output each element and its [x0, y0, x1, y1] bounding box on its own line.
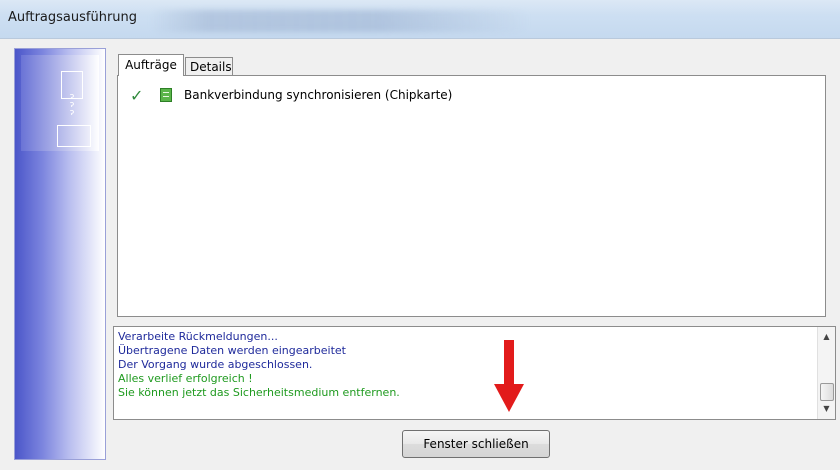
- tab-auftraege[interactable]: Aufträge: [118, 54, 184, 76]
- tab-label: Details: [190, 60, 232, 74]
- log-line: Verarbeite Rückmeldungen...: [118, 330, 278, 343]
- checkmark-icon: ✓: [130, 85, 144, 105]
- red-down-arrow-icon: [494, 340, 524, 412]
- window-title: Auftragsausführung: [8, 10, 138, 25]
- log-output[interactable]: Verarbeite Rückmeldungen... Übertragene …: [113, 326, 836, 420]
- log-line: Der Vorgang wurde abgeschlossen.: [118, 358, 313, 371]
- side-banner: ɂɂɂ: [14, 48, 106, 460]
- log-line: Übertragene Daten werden eingearbeitet: [118, 344, 346, 357]
- document-icon: [160, 88, 172, 102]
- task-label: Bankverbindung synchronisieren (Chipkart…: [184, 88, 453, 102]
- tab-details[interactable]: Details: [185, 57, 233, 76]
- title-bar[interactable]: Auftragsausführung: [0, 0, 840, 39]
- log-lines: Verarbeite Rückmeldungen... Übertragene …: [118, 330, 808, 400]
- blurred-title-region: [150, 10, 530, 32]
- list-item[interactable]: ✓ Bankverbindung synchronisieren (Chipka…: [130, 85, 453, 105]
- log-line: Sie können jetzt das Sicherheitsmedium e…: [118, 386, 400, 399]
- banner-box-icon: [57, 125, 91, 147]
- dialog-window: Auftragsausführung ɂɂɂ Aufträge Details …: [0, 0, 840, 470]
- task-list: ✓ Bankverbindung synchronisieren (Chipka…: [117, 75, 826, 317]
- scroll-thumb[interactable]: [820, 383, 834, 401]
- scroll-up-arrow-icon[interactable]: ▲: [818, 329, 835, 345]
- tab-label: Aufträge: [125, 58, 177, 72]
- banner-art-icon: ɂɂɂ: [21, 55, 99, 151]
- scroll-down-arrow-icon[interactable]: ▼: [818, 401, 835, 417]
- log-line: Alles verlief erfolgreich !: [118, 372, 253, 385]
- vertical-scrollbar[interactable]: ▲ ▼: [817, 327, 835, 419]
- close-window-button[interactable]: Fenster schließen: [402, 430, 550, 458]
- banner-spring-icon: ɂɂɂ: [69, 92, 75, 118]
